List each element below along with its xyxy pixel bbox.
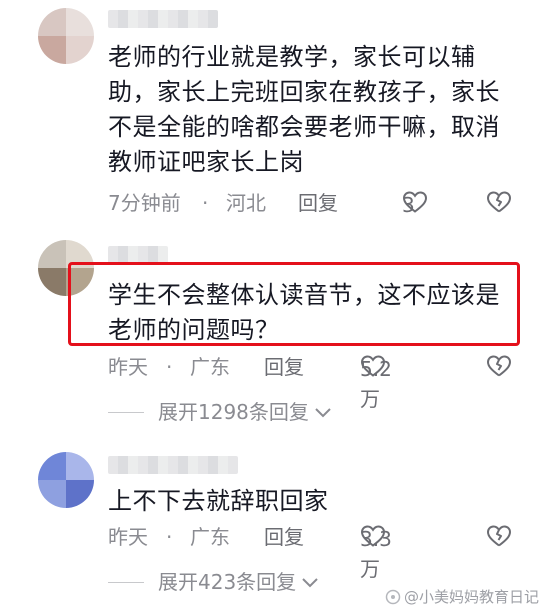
- separator: ·: [166, 525, 173, 549]
- watermark: @小美妈妈教育日记: [385, 586, 539, 607]
- highlight-box: [68, 262, 520, 346]
- reply-button[interactable]: 回复: [264, 522, 304, 552]
- expand-replies-button[interactable]: 展开1298条回复: [108, 398, 333, 426]
- like-button[interactable]: 3: [402, 190, 428, 217]
- expand-replies-label: 展开1298条回复: [158, 400, 309, 424]
- comment-location: 广东: [190, 355, 230, 379]
- reply-button[interactable]: 回复: [298, 188, 338, 218]
- comment-meta: 昨天 · 广东 回复 3.3万: [108, 522, 527, 581]
- broken-heart-icon: [487, 355, 511, 377]
- broken-heart-icon: [487, 525, 511, 547]
- comment-meta: 7分钟前 · 河北 回复 3: [108, 188, 527, 218]
- avatar[interactable]: [38, 452, 94, 508]
- reply-button[interactable]: 回复: [264, 352, 304, 382]
- like-button[interactable]: 5.2万: [360, 354, 392, 411]
- dislike-button[interactable]: [486, 524, 512, 553]
- username-blurred[interactable]: [108, 10, 218, 28]
- like-count: 3: [402, 193, 415, 217]
- avatar[interactable]: [38, 8, 94, 64]
- platform-logo-icon: [385, 589, 401, 604]
- separator: ·: [166, 355, 173, 379]
- like-count: 5.2万: [360, 357, 392, 411]
- comment-location: 河北: [226, 191, 266, 215]
- separator: ·: [202, 191, 209, 215]
- comment-item: 老师的行业就是教学，家长可以辅助，家长上完班回家在教孩子，家长不是全能的啥都会要…: [0, 0, 547, 240]
- broken-heart-icon: [487, 191, 511, 213]
- divider: [108, 411, 144, 413]
- divider: [108, 581, 144, 583]
- chevron-down-icon: [302, 578, 318, 588]
- chevron-down-icon: [315, 408, 331, 418]
- comment-meta: 昨天 · 广东 回复 5.2万: [108, 352, 527, 411]
- expand-replies-button[interactable]: 展开423条回复: [108, 568, 320, 596]
- like-count: 3.3万: [360, 527, 392, 581]
- comment-time: 昨天: [108, 355, 148, 379]
- comment-text: 上不下去就辞职回家: [108, 487, 329, 515]
- comment-location: 广东: [190, 525, 230, 549]
- comment-time: 7分钟前: [108, 191, 181, 215]
- dislike-button[interactable]: [486, 190, 512, 219]
- expand-replies-label: 展开423条回复: [158, 570, 297, 594]
- dislike-button[interactable]: [486, 354, 512, 383]
- comment-time: 昨天: [108, 525, 148, 549]
- comment-text: 老师的行业就是教学，家长可以辅助，家长上完班回家在教孩子，家长不是全能的啥都会要…: [108, 43, 500, 176]
- like-button[interactable]: 3.3万: [360, 524, 392, 581]
- watermark-text: @小美妈妈教育日记: [403, 588, 539, 606]
- username-blurred[interactable]: [108, 456, 238, 474]
